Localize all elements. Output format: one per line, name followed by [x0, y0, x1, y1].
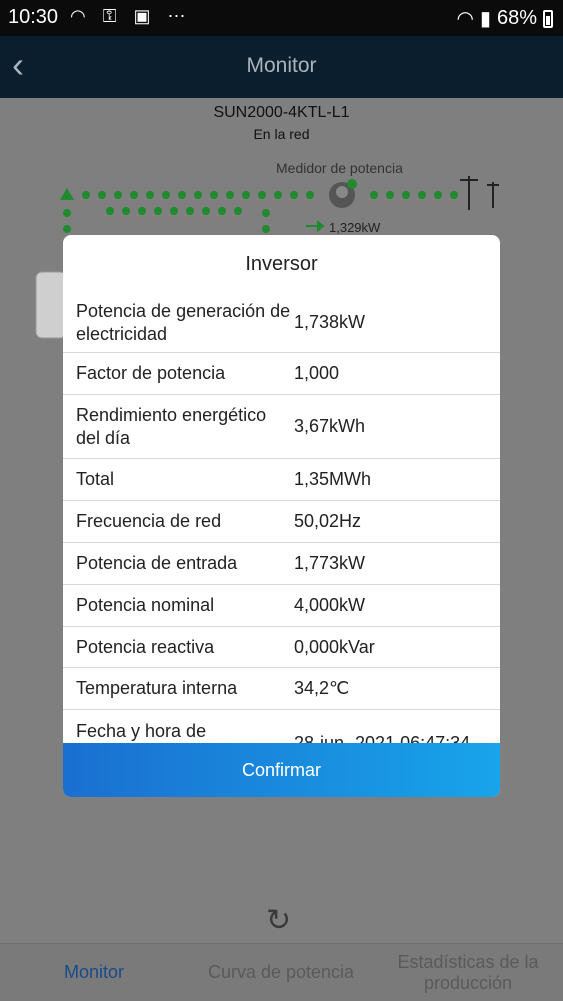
grid-tower-icon [460, 176, 499, 210]
notification-icons: ◠ ⚿ ▣ ⋯ [70, 6, 191, 27]
detail-label: Temperatura interna [76, 678, 238, 698]
system-icons: ◠ ▮ 68% [456, 6, 553, 31]
tab-power-curve[interactable]: Curva de potencia [196, 944, 366, 1001]
flow-arrow-icon [60, 188, 74, 200]
detail-row: Fecha y hora de 28-jun.-2021 06:47:34 [63, 710, 500, 743]
detail-label: Frecuencia de red [76, 511, 222, 531]
detail-row: Potencia reactiva 0,000kVar [63, 627, 500, 668]
refresh-icon[interactable]: ↻ [266, 903, 291, 938]
vpn-icon: ⚿ [102, 6, 123, 26]
inverter-dialog: Inversor Potencia de generación de elect… [63, 235, 500, 797]
flow-direction-icon [306, 219, 325, 233]
detail-row: Factor de potencia 1,000 [63, 353, 500, 395]
tab-production-statistics[interactable]: Estadísticas de la producción [388, 944, 548, 1001]
inverter-device-icon [35, 271, 67, 339]
detail-value: 50,02Hz [294, 511, 362, 531]
page-title: Monitor [246, 54, 317, 77]
detail-row: Temperatura interna 34,2℃ [63, 668, 500, 710]
meter-power: 1,329kW [329, 220, 381, 235]
detail-value: 3,67kWh [294, 416, 366, 436]
detail-row: Potencia de entrada 1,773kW [63, 543, 500, 585]
wifi-icon: ◠ [456, 8, 474, 30]
bottom-tab-bar: Monitor Curva de potencia Estadísticas d… [0, 943, 563, 1001]
detail-value: 1,000 [294, 363, 340, 383]
status-bar: 10:30 ◠ ⚿ ▣ ⋯ ◠ ▮ 68% [0, 0, 563, 36]
detail-value: 28-jun.-2021 06:47:34 [294, 733, 471, 743]
wifi-icon: ◠ [70, 6, 92, 26]
detail-label: Potencia de generación de electricidad [76, 300, 291, 344]
detail-value: 1,35MWh [294, 469, 372, 489]
battery-icon [543, 9, 553, 28]
app-bar: ‹ Monitor [0, 36, 563, 98]
detail-label: Total [76, 469, 115, 489]
detail-row: Total 1,35MWh [63, 459, 500, 501]
clock: 10:30 [8, 6, 59, 28]
detail-value: 34,2℃ [294, 678, 350, 698]
device-model: SUN2000-4KTL-L1 [213, 104, 350, 121]
detail-row: Rendimiento energético del día 3,67kWh [63, 395, 500, 459]
detail-label: Rendimiento energético del día [76, 404, 267, 448]
detail-row: Potencia nominal 4,000kW [63, 585, 500, 627]
detail-row: Potencia de generación de electricidad 1… [63, 293, 500, 353]
detail-label: Potencia nominal [76, 595, 215, 615]
detail-value: 4,000kW [294, 595, 366, 615]
detail-value: 1,773kW [294, 553, 366, 573]
detail-value: 1,738kW [294, 312, 366, 332]
detail-row: Frecuencia de red 50,02Hz [63, 501, 500, 543]
detail-label: Factor de potencia [76, 363, 226, 383]
detail-value: 0,000kVar [294, 636, 375, 657]
battery-percent: 68% [496, 7, 537, 29]
detail-label: Potencia de entrada [76, 553, 238, 573]
dialog-title: Inversor [245, 253, 318, 275]
signal-icon: ▮ [479, 8, 491, 30]
device-status: En la red [253, 126, 310, 142]
confirm-button[interactable]: Confirmar [63, 743, 500, 797]
meter-label: Medidor de potencia [276, 160, 403, 176]
more-icon: ⋯ [167, 6, 192, 26]
image-icon: ▣ [133, 6, 157, 26]
detail-label: Potencia reactiva [76, 636, 215, 657]
tab-monitor[interactable]: Monitor [20, 944, 168, 1001]
flow-dots [63, 191, 458, 233]
inverter-details-list[interactable]: Potencia de generación de electricidad 1… [63, 293, 500, 743]
meter-icon [329, 179, 357, 208]
detail-label: Fecha y hora de [76, 721, 207, 741]
